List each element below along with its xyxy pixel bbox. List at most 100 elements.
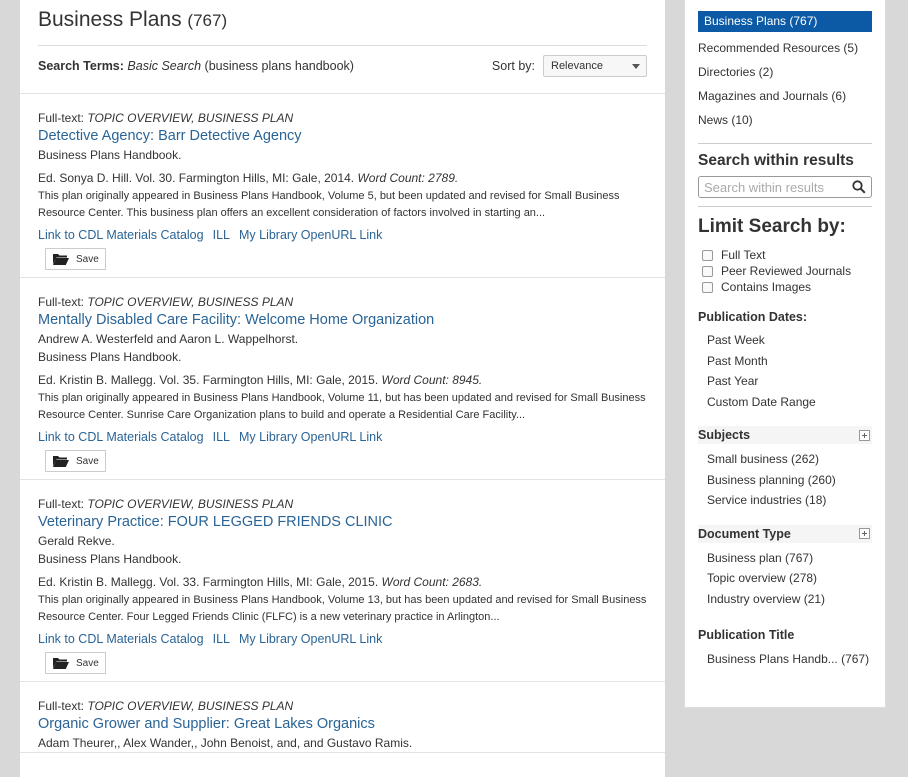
save-label: Save [76,455,99,467]
results-panel: Business Plans (767) Search Terms: Basic… [20,0,665,777]
search-within-heading: Search within results [698,152,854,169]
subject-item[interactable]: Service industries (18) [698,490,872,511]
result-meta: Adam Theurer,, Alex Wander,, John Benois… [38,734,647,752]
result-link[interactable]: My Library OpenURL Link [239,228,382,242]
sidebar-divider [698,143,872,144]
checkbox-peer-reviewed[interactable]: Peer Reviewed Journals [698,263,872,279]
category-item[interactable]: Directories (2) [698,60,872,84]
checkbox[interactable] [702,281,713,293]
chevron-down-icon [632,63,640,69]
save-wrap: Save [38,446,647,479]
result-item: Full-text: TOPIC OVERVIEW, BUSINESS PLAN… [20,94,665,278]
result-meta: Gerald Rekve. Business Plans Handbook. [38,532,647,568]
result-link[interactable]: My Library OpenURL Link [239,632,382,646]
save-button[interactable]: Save [45,450,106,472]
result-links: Link to CDL Materials Catalog ILL My Libra… [38,630,647,648]
result-meta-line: Business Plans Handbook. [38,552,182,566]
result-title-link[interactable]: Mentally Disabled Care Facility: Welcome… [38,311,647,330]
save-wrap: Save [38,648,647,681]
result-list: Full-text: TOPIC OVERVIEW, BUSINESS PLAN… [20,94,665,753]
doc-type-item[interactable]: Business plan (767) [698,548,872,569]
search-terms: Search Terms: Basic Search (business pla… [38,59,354,73]
save-wrap: Save [38,244,647,277]
sort-select[interactable]: Relevance [543,55,647,77]
search-query: (business plans handbook) [204,59,354,73]
doc-type-heading[interactable]: Document Type [698,524,872,543]
result-meta-line: Business Plans Handbook. [38,350,182,364]
result-count: (767) [187,11,228,30]
result-meta: Andrew A. Westerfeld and Aaron L. Wappel… [38,330,647,366]
result-meta: Business Plans Handbook. [38,146,647,164]
save-label: Save [76,253,99,265]
doc-type-list: Business plan (767) Topic overview (278)… [698,548,872,610]
search-icon[interactable] [852,180,866,194]
pub-title-heading: Publication Title [698,628,795,642]
checkbox[interactable] [702,265,713,277]
sort-label: Sort by: [491,59,535,73]
expand-icon[interactable] [859,528,870,539]
page-title: Business Plans (767) [38,8,228,31]
result-abstract: This plan originally appeared in Busines… [38,392,646,421]
result-link[interactable]: Link to CDL Materials Catalog [38,430,204,444]
limit-heading: Limit Search by: [698,216,846,237]
result-meta-line: Adam Theurer,, Alex Wander,, John Benois… [38,736,413,750]
pub-dates-list: Past Week Past Month Past Year Custom Da… [698,330,872,412]
expand-icon[interactable] [859,429,870,441]
results-header: Business Plans (767) Search Terms: Basic… [20,0,665,86]
subjects-heading[interactable]: Subjects [698,426,872,444]
checkbox-full-text[interactable]: Full Text [698,247,872,263]
pub-dates-heading: Publication Dates: [698,310,808,324]
result-link[interactable]: Link to CDL Materials Catalog [38,632,204,646]
result-meta-line: Gerald Rekve. [38,534,115,548]
search-within-placeholder: Search within results [704,179,824,195]
result-links: Link to CDL Materials Catalog ILL My Libra… [38,428,647,446]
result-type: Full-text: TOPIC OVERVIEW, BUSINESS PLAN [38,111,294,125]
result-meta-line: Business Plans Handbook. [38,148,182,162]
category-active[interactable]: Business Plans (767) [698,11,872,32]
save-label: Save [76,657,99,669]
result-title-link[interactable]: Organic Grower and Supplier: Great Lakes… [38,715,647,734]
subjects-list: Small business (262) Business planning (… [698,449,872,511]
category-item[interactable]: Recommended Resources (5) [698,36,872,60]
result-abstract: This plan originally appeared in Busines… [38,190,620,219]
checkbox-contains-images[interactable]: Contains Images [698,279,872,295]
result-title-link[interactable]: Veterinary Practice: FOUR LEGGED FRIENDS… [38,513,647,532]
result-links: Link to CDL Materials Catalog ILL My Libra… [38,226,647,244]
save-button[interactable]: Save [45,248,106,270]
result-citation: Ed. Kristin B. Mallegg. Vol. 35. Farming… [38,373,483,387]
pub-title-list: Business Plans Handb... (767) [698,649,872,670]
result-link[interactable]: ILL [213,228,230,242]
doc-type-item[interactable]: Topic overview (278) [698,568,872,589]
pub-date-item[interactable]: Custom Date Range [698,392,872,413]
category-item[interactable]: News (10) [698,108,872,132]
result-link[interactable]: ILL [213,632,230,646]
pub-date-item[interactable]: Past Month [698,351,872,372]
result-item: Full-text: TOPIC OVERVIEW, BUSINESS PLAN… [20,682,665,753]
pub-date-item[interactable]: Past Year [698,371,872,392]
doc-type-item[interactable]: Industry overview (21) [698,589,872,610]
result-type: Full-text: TOPIC OVERVIEW, BUSINESS PLAN [38,295,294,309]
result-type: Full-text: TOPIC OVERVIEW, BUSINESS PLAN [38,497,294,511]
result-link[interactable]: Link to CDL Materials Catalog [38,228,204,242]
result-meta-line: Andrew A. Westerfeld and Aaron L. Wappel… [38,332,299,346]
pub-title-item[interactable]: Business Plans Handb... (767) [698,649,872,670]
sidebar-divider [698,206,872,207]
result-link[interactable]: My Library OpenURL Link [239,430,382,444]
subject-item[interactable]: Business planning (260) [698,470,872,491]
checkbox[interactable] [702,249,713,261]
sort-control: Sort by: Relevance [492,55,647,77]
result-abstract: This plan originally appeared in Busines… [38,594,647,623]
search-terms-row: Search Terms: Basic Search (business pla… [38,46,647,86]
search-within-input[interactable]: Search within results [698,176,872,198]
result-link[interactable]: ILL [213,430,230,444]
subject-item[interactable]: Small business (262) [698,449,872,470]
sidebar: Business Plans (767) Recommended Resourc… [684,0,886,708]
result-title-link[interactable]: Detective Agency: Barr Detective Agency [38,127,647,146]
save-button[interactable]: Save [45,652,106,674]
pub-date-item[interactable]: Past Week [698,330,872,351]
result-item: Full-text: TOPIC OVERVIEW, BUSINESS PLAN… [20,278,665,480]
category-item[interactable]: Magazines and Journals (6) [698,84,872,108]
folder-icon [53,658,69,669]
result-item: Full-text: TOPIC OVERVIEW, BUSINESS PLAN… [20,480,665,682]
result-citation: Ed. Sonya D. Hill. Vol. 30. Farmington H… [38,171,459,185]
